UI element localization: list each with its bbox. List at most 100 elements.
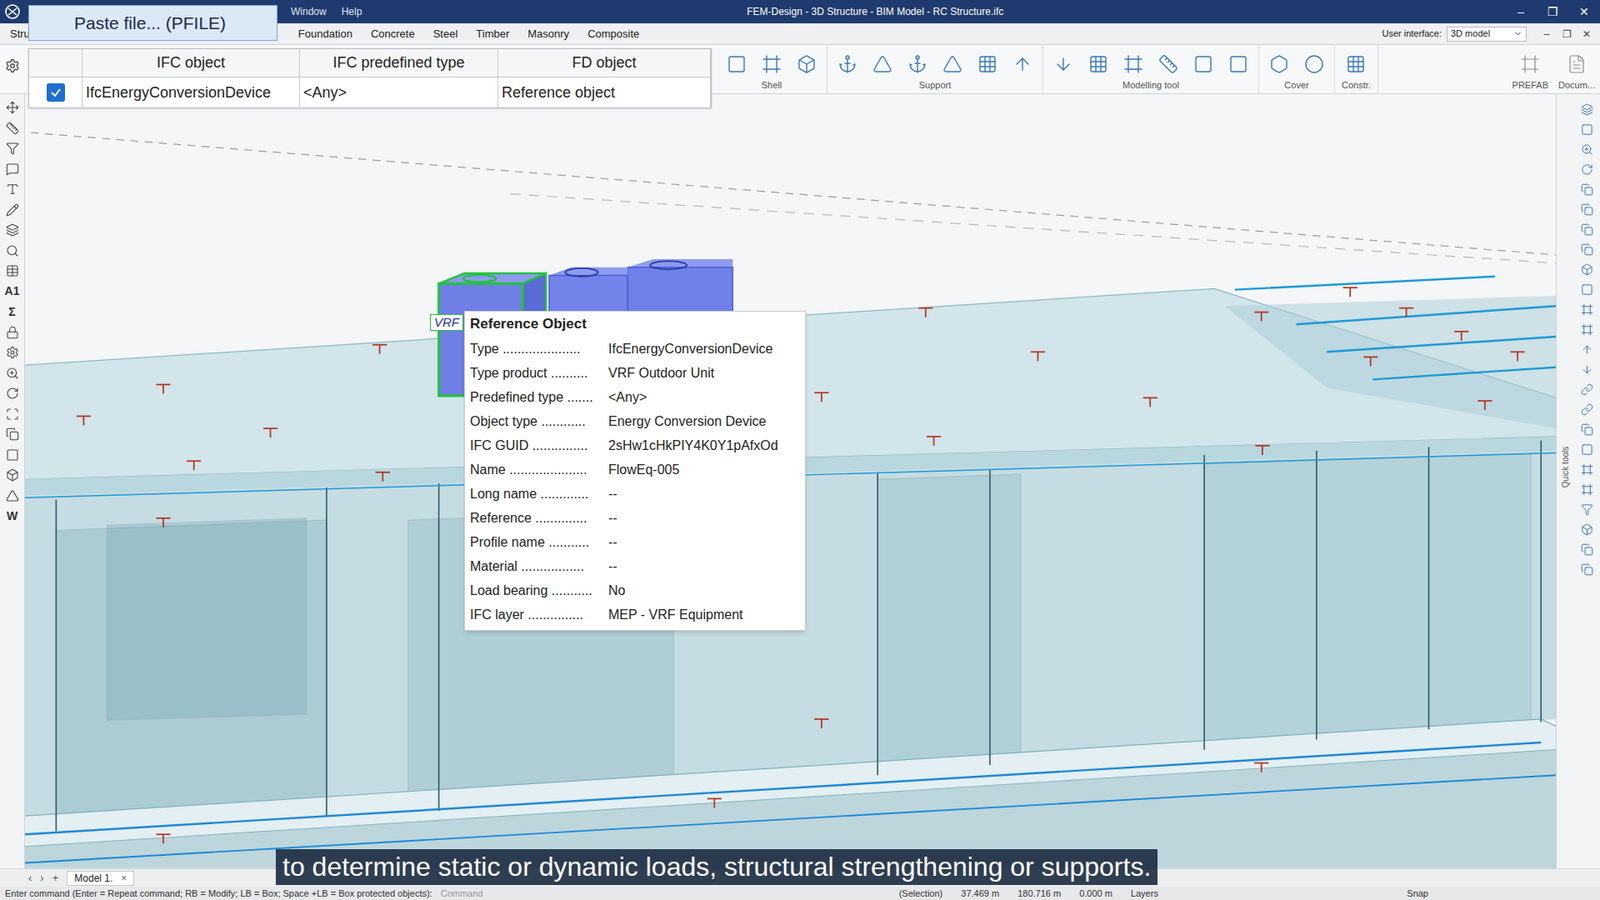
right-toolbar-button[interactable] <box>1580 499 1594 520</box>
right-toolbar-button[interactable] <box>1580 139 1594 160</box>
menu-tab[interactable]: Stru <box>10 25 30 43</box>
left-toolbar-button[interactable] <box>5 445 20 466</box>
ribbon-tool-button[interactable] <box>974 51 1001 77</box>
title-menu-item[interactable]: Window <box>290 4 327 20</box>
left-toolbar-button[interactable] <box>5 465 20 486</box>
user-interface-select[interactable]: 3D model <box>1446 26 1527 42</box>
left-toolbar-button[interactable] <box>5 260 20 282</box>
left-toolbar-button[interactable] <box>5 485 20 507</box>
ribbon-tool-button[interactable] <box>1265 51 1293 77</box>
ribbon-tool-button[interactable] <box>1009 51 1036 77</box>
model-canvas[interactable]: VRFReference ObjectType ................… <box>25 94 1556 869</box>
ribbon-tool-button[interactable] <box>1516 51 1544 77</box>
ribbon-tool-button[interactable] <box>1120 51 1147 77</box>
ribbon-tool-button[interactable] <box>1050 51 1077 77</box>
model-tab-nav-button[interactable]: › <box>40 870 44 887</box>
left-toolbar-button[interactable]: W <box>6 505 18 527</box>
left-toolbar-button[interactable] <box>5 179 20 200</box>
tooltip-row-value: -- <box>608 556 618 577</box>
right-toolbar-button[interactable] <box>1580 159 1594 180</box>
app-logo-icon[interactable] <box>0 3 25 20</box>
ribbon-left-tool[interactable] <box>0 45 25 94</box>
left-toolbar-button[interactable] <box>5 363 20 385</box>
tool-icon <box>1580 423 1594 436</box>
left-toolbar-button[interactable] <box>5 424 20 445</box>
right-toolbar-button[interactable] <box>1580 399 1594 420</box>
ribbon-tool-button[interactable] <box>1563 51 1590 77</box>
table-row[interactable]: IfcEnergyConversionDevice<Any>Reference … <box>29 77 711 108</box>
right-toolbar-button[interactable] <box>1580 119 1594 140</box>
left-toolbar-button[interactable]: A1 <box>5 281 20 303</box>
ribbon-tool-button[interactable] <box>723 51 750 77</box>
left-toolbar-button[interactable]: Σ <box>8 301 15 323</box>
right-toolbar-button[interactable] <box>1580 299 1594 320</box>
ribbon-tool-button[interactable] <box>758 51 785 77</box>
right-toolbar-button[interactable] <box>1580 99 1594 120</box>
left-toolbar-button[interactable] <box>5 138 20 160</box>
left-toolbar-button[interactable] <box>5 383 20 405</box>
left-toolbar-button[interactable] <box>5 118 20 140</box>
model-tab[interactable]: Model 1.× <box>66 870 135 886</box>
window-control-button[interactable]: ❐ <box>1536 3 1569 21</box>
right-toolbar-button[interactable] <box>1580 459 1594 480</box>
menu-tab[interactable]: Timber <box>475 25 510 43</box>
ribbon-tool-button[interactable] <box>939 51 966 77</box>
ribbon-tool-button[interactable] <box>869 51 896 77</box>
ribbon-tool-button[interactable] <box>1225 51 1252 77</box>
window-control-button[interactable]: – <box>1505 3 1537 21</box>
right-toolbar-button[interactable] <box>1580 379 1594 400</box>
ribbon-tool-button[interactable] <box>793 51 820 77</box>
mdi-control-button[interactable]: ✕ <box>1576 26 1597 42</box>
left-toolbar-button[interactable] <box>5 97 20 119</box>
ribbon-tool-button[interactable] <box>834 51 861 77</box>
ribbon-tool-button[interactable] <box>904 51 931 77</box>
left-toolbar-button[interactable] <box>5 342 20 364</box>
left-toolbar-button[interactable] <box>5 200 20 221</box>
menu-tab[interactable]: Composite <box>587 25 640 43</box>
title-menu-item[interactable]: Help <box>341 4 363 20</box>
status-field: Layers <box>1130 886 1159 900</box>
mdi-control-button[interactable]: – <box>1536 26 1557 42</box>
right-toolbar-button[interactable] <box>1580 519 1594 540</box>
ribbon-tool-button[interactable] <box>1155 51 1182 77</box>
left-toolbar-button[interactable] <box>5 159 20 180</box>
left-toolbar-button[interactable] <box>5 404 20 425</box>
tooltip-row-value: <Any> <box>608 387 647 408</box>
right-toolbar-button[interactable] <box>1580 219 1594 240</box>
menu-tab[interactable]: Steel <box>433 25 459 43</box>
model-tab-nav-button[interactable]: ‹ <box>28 870 32 887</box>
right-toolbar-button[interactable] <box>1580 199 1594 220</box>
document-icon <box>1566 54 1587 75</box>
menu-tab[interactable]: Concrete <box>370 25 415 43</box>
command-input[interactable]: Command <box>440 886 775 900</box>
right-toolbar-button[interactable] <box>1580 559 1594 580</box>
model-tab-close-button[interactable]: × <box>120 870 127 886</box>
ribbon-tool-button[interactable] <box>1342 51 1370 77</box>
right-toolbar-button[interactable] <box>1580 279 1594 300</box>
right-toolbar-button[interactable] <box>1580 239 1594 260</box>
left-toolbar-button[interactable] <box>5 240 20 262</box>
ribbon-tool-button[interactable] <box>1300 51 1328 77</box>
window-control-button[interactable]: ✕ <box>1568 3 1600 21</box>
menu-tab[interactable]: Foundation <box>298 25 353 43</box>
paste-file-button[interactable]: Paste file... (PFILE) <box>28 5 278 41</box>
right-toolbar-button[interactable] <box>1580 179 1594 200</box>
tooltip-row: Reference ..............-- <box>470 505 800 530</box>
ribbon-tool-button[interactable] <box>1190 51 1217 77</box>
menu-tab[interactable]: Masonry <box>527 25 570 43</box>
model-tab-nav-button[interactable]: + <box>52 870 60 887</box>
right-toolbar-button[interactable] <box>1580 439 1594 460</box>
right-toolbar-button[interactable] <box>1580 539 1594 560</box>
right-toolbar-button[interactable] <box>1580 419 1594 440</box>
right-toolbar-button[interactable] <box>1580 359 1594 380</box>
left-toolbar-button[interactable] <box>5 220 20 241</box>
right-toolbar-button[interactable] <box>1580 479 1594 500</box>
snap-toggle[interactable]: Snap <box>1406 886 1429 900</box>
right-toolbar-button[interactable] <box>1580 339 1594 360</box>
mdi-control-button[interactable]: ❐ <box>1556 26 1577 42</box>
right-toolbar-button[interactable] <box>1580 319 1594 340</box>
ribbon-tool-button[interactable] <box>1085 51 1112 77</box>
right-toolbar-button[interactable] <box>1580 259 1594 280</box>
row-checkbox[interactable] <box>46 83 65 102</box>
left-toolbar-button[interactable] <box>5 322 20 344</box>
